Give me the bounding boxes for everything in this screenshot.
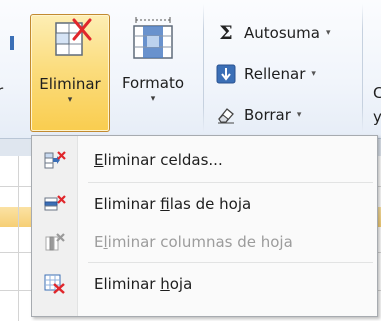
chevron-down-icon: ▾	[67, 95, 73, 105]
partial-label: r	[0, 82, 4, 100]
menu-item-label: Eliminar columnas de hoja	[94, 233, 293, 251]
group-divider	[203, 4, 204, 132]
chevron-down-icon: ▾	[325, 28, 331, 38]
partial-label: C	[373, 84, 381, 102]
menu-item-label: Eliminar filas de hoja	[94, 195, 252, 213]
ribbon: r Eliminar ▾ Formato ▾ Σ Autosuma ▾ Rell…	[0, 0, 381, 138]
autosuma-button[interactable]: Σ Autosuma ▾	[216, 21, 330, 45]
rellenar-label: Rellenar	[244, 65, 306, 83]
menu-item-label: Eliminar celdas...	[94, 151, 223, 169]
formato-label: Formato	[121, 74, 185, 92]
eliminar-dropdown-menu: Eliminar celdas... Eliminar filas de hoj…	[31, 135, 378, 317]
menu-item-label: Eliminar hoja	[94, 275, 193, 293]
format-cells-icon	[133, 17, 173, 59]
partial-label: y	[373, 108, 381, 126]
sigma-icon: Σ	[219, 22, 233, 44]
delete-columns-icon	[45, 233, 65, 251]
group-divider	[362, 4, 363, 132]
formato-button[interactable]: Formato ▾	[112, 14, 194, 132]
borrar-button[interactable]: Borrar ▾	[216, 103, 301, 127]
delete-cells-icon	[44, 151, 66, 169]
menu-item-eliminar-columnas: Eliminar columnas de hoja	[34, 224, 375, 260]
chevron-down-icon: ▾	[150, 94, 156, 104]
delete-cells-icon	[55, 18, 92, 56]
borrar-label: Borrar	[244, 106, 291, 124]
menu-item-eliminar-celdas[interactable]: Eliminar celdas...	[34, 142, 375, 178]
eliminar-button[interactable]: Eliminar ▾	[30, 14, 110, 132]
eraser-icon	[216, 105, 236, 125]
menu-separator	[88, 262, 373, 263]
delete-rows-icon	[44, 195, 66, 211]
grid-line	[18, 156, 19, 321]
chevron-down-icon: ▾	[311, 69, 316, 79]
autosuma-label: Autosuma	[244, 24, 320, 42]
menu-separator	[88, 182, 373, 183]
chevron-down-icon: ▾	[296, 110, 302, 120]
delete-sheet-icon	[44, 274, 65, 294]
partial-icon	[10, 36, 14, 50]
eliminar-label: Eliminar	[39, 75, 101, 93]
fill-down-icon	[216, 64, 236, 84]
rellenar-button[interactable]: Rellenar ▾	[216, 62, 316, 86]
menu-item-eliminar-hoja[interactable]: Eliminar hoja	[34, 266, 375, 302]
menu-item-eliminar-filas[interactable]: Eliminar filas de hoja	[34, 186, 375, 222]
